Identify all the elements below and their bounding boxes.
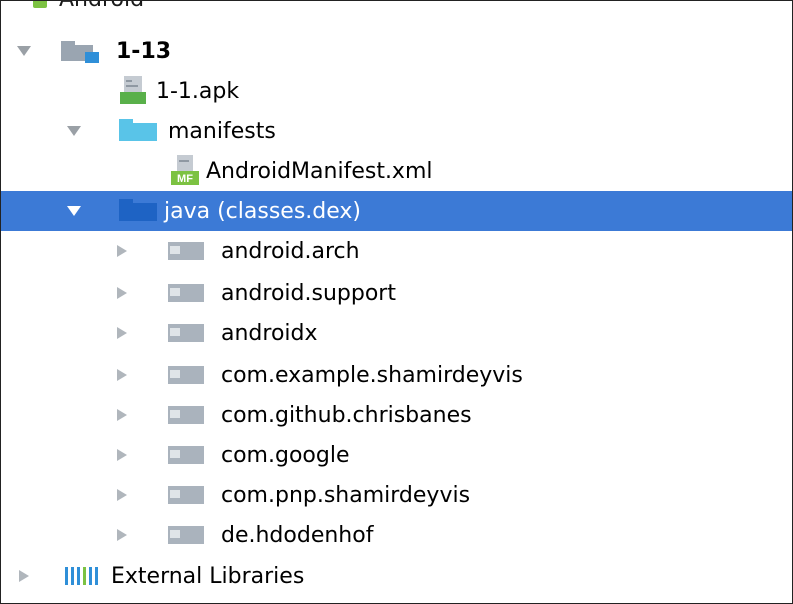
- folder-icon: [119, 119, 159, 143]
- folder-icon: [119, 199, 159, 223]
- package-icon: [168, 364, 206, 386]
- package-label: androidx: [221, 320, 318, 346]
- package-icon: [168, 524, 206, 546]
- package-label: com.github.chrisbanes: [221, 402, 472, 428]
- package-icon: [168, 322, 206, 344]
- tree-row-manifests[interactable]: manifests: [1, 111, 792, 151]
- tree-row-package[interactable]: com.pnp.shamirdeyvis: [1, 475, 792, 515]
- package-icon: [168, 484, 206, 506]
- java-label: java (classes.dex): [164, 198, 361, 224]
- project-view-header[interactable]: Android: [1, 1, 792, 15]
- package-label: com.example.shamirdeyvis: [221, 362, 523, 388]
- triangle-down-icon[interactable]: [65, 202, 83, 220]
- triangle-right-icon[interactable]: [15, 567, 33, 585]
- package-icon: [168, 404, 206, 426]
- tree-row-java[interactable]: java (classes.dex): [1, 191, 792, 231]
- tree-row-manifest-file[interactable]: MF AndroidManifest.xml: [1, 151, 792, 191]
- package-label: com.pnp.shamirdeyvis: [221, 482, 471, 508]
- triangle-down-icon[interactable]: [65, 122, 83, 140]
- apk-label: 1-1.apk: [156, 78, 240, 104]
- apk-file-icon: [118, 76, 160, 106]
- tree-row-package[interactable]: com.google: [1, 435, 792, 475]
- tree-row-apk[interactable]: 1-1.apk: [1, 71, 792, 111]
- manifest-file-label: AndroidManifest.xml: [206, 158, 433, 184]
- tree-row-module[interactable]: 1-13: [1, 31, 792, 71]
- triangle-right-icon[interactable]: [113, 486, 131, 504]
- project-tree-panel: Android 1-13 1-1.apk: [0, 0, 793, 604]
- package-icon: [168, 240, 206, 262]
- package-label: android.support: [221, 280, 396, 306]
- tree-row-package[interactable]: android.support: [1, 273, 792, 313]
- tree-row-package[interactable]: android.arch: [1, 231, 792, 271]
- triangle-right-icon[interactable]: [113, 526, 131, 544]
- tree-row-package[interactable]: androidx: [1, 313, 792, 353]
- triangle-down-icon[interactable]: [15, 42, 33, 60]
- package-label: android.arch: [221, 238, 360, 264]
- package-icon: [168, 444, 206, 466]
- triangle-right-icon[interactable]: [113, 446, 131, 464]
- tree-row-package[interactable]: com.example.shamirdeyvis: [1, 355, 792, 395]
- svg-text:MF: MF: [177, 173, 193, 185]
- triangle-right-icon[interactable]: [113, 366, 131, 384]
- triangle-right-icon[interactable]: [113, 242, 131, 260]
- triangle-right-icon[interactable]: [113, 324, 131, 342]
- module-folder-icon: [61, 39, 103, 63]
- package-label: de.hdodenhof: [221, 522, 374, 548]
- tree-row-external-libraries[interactable]: External Libraries: [1, 556, 792, 596]
- android-icon: [33, 1, 47, 8]
- module-label: 1-13: [116, 38, 172, 64]
- external-libraries-label: External Libraries: [111, 563, 305, 589]
- libraries-icon: [63, 565, 107, 587]
- tree-row-package[interactable]: de.hdodenhof: [1, 515, 792, 555]
- triangle-right-icon[interactable]: [113, 284, 131, 302]
- tree-row-package[interactable]: com.github.chrisbanes: [1, 395, 792, 435]
- manifests-label: manifests: [168, 118, 276, 144]
- project-view-label: Android: [59, 1, 144, 12]
- triangle-right-icon[interactable]: [113, 406, 131, 424]
- package-label: com.google: [221, 442, 350, 468]
- package-icon: [168, 282, 206, 304]
